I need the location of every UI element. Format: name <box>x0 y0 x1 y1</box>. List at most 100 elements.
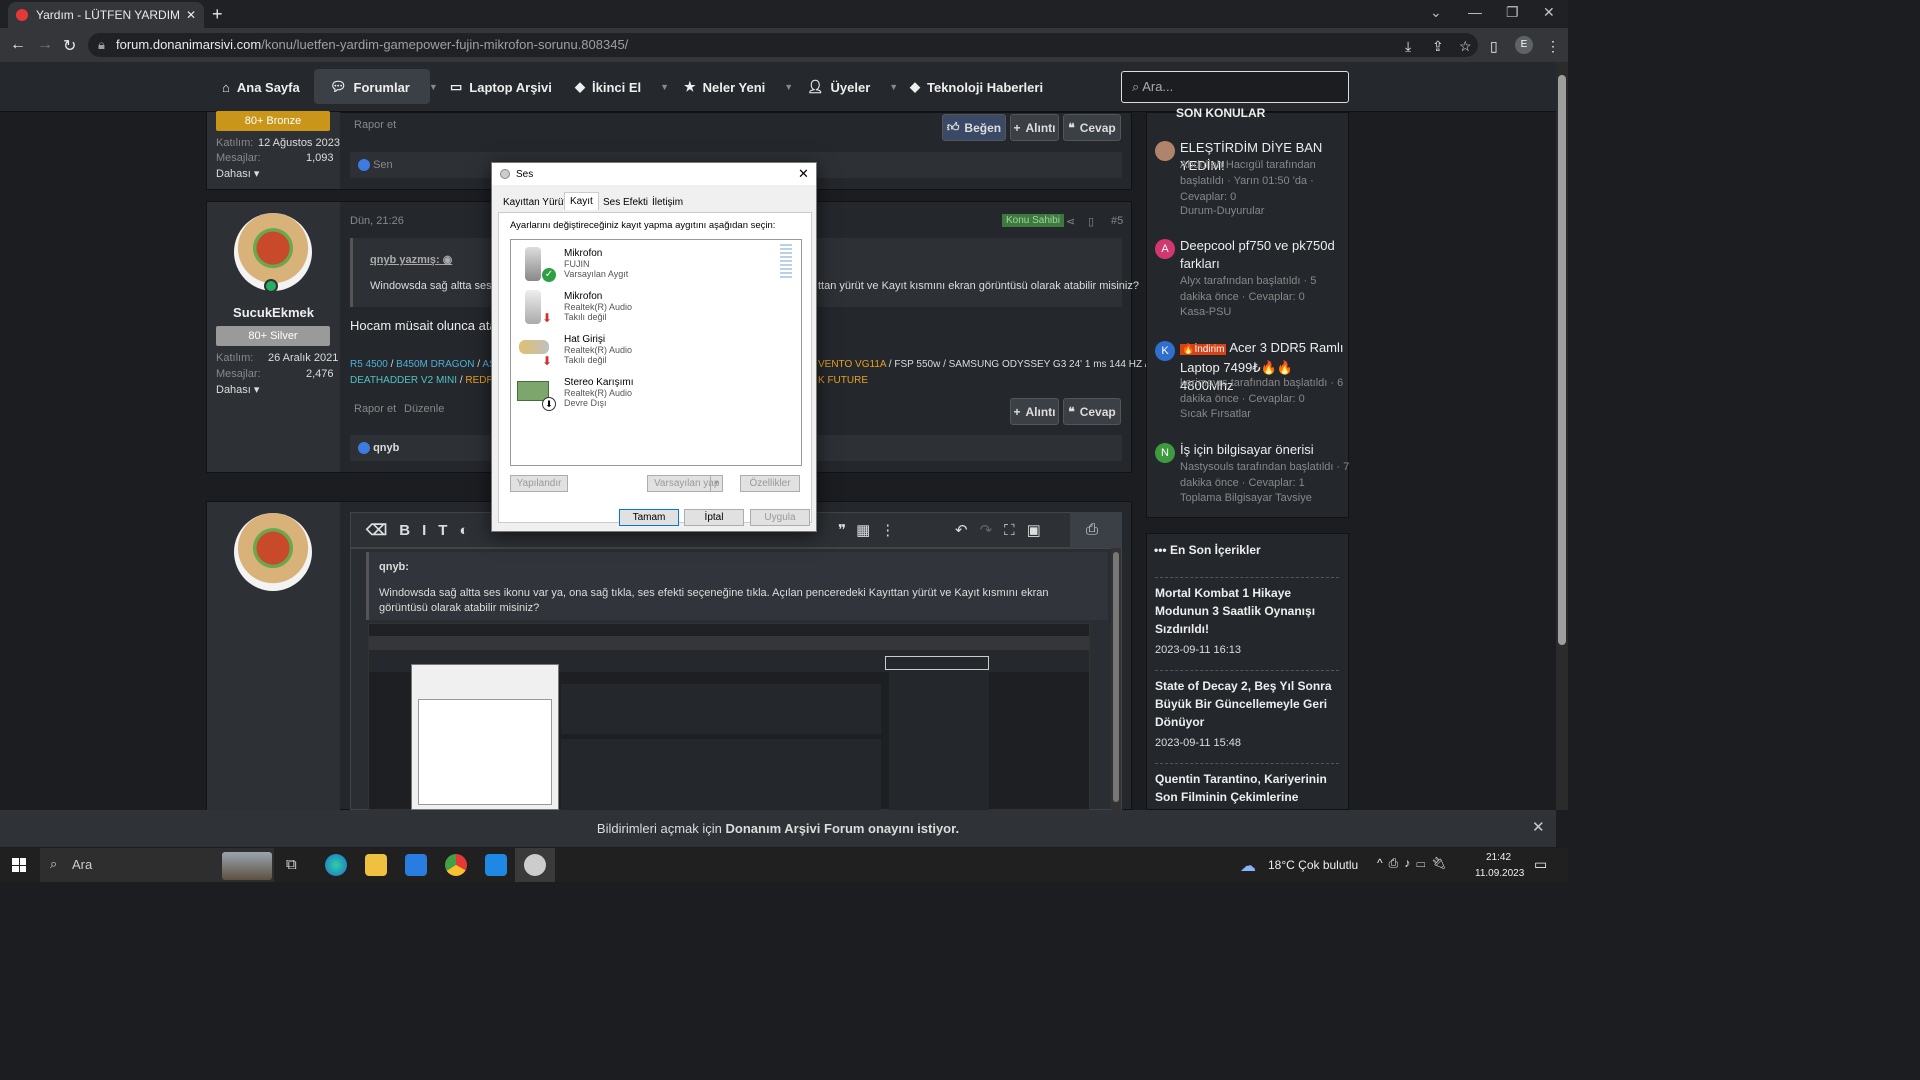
thread-forum[interactable]: Sıcak Fırsatlar <box>1180 406 1251 422</box>
redo-icon[interactable]: ↷ <box>980 522 1005 539</box>
address-bar[interactable]: 🔒︎ forum.donanimarsivi.com/konu/luetfen-y… <box>88 33 1478 57</box>
dropdown-arrow-icon[interactable]: ▼ <box>710 476 722 491</box>
post-number[interactable]: #5 <box>1111 215 1123 227</box>
menu-icon[interactable]: ⋮ <box>1546 38 1560 55</box>
install-icon[interactable]: ⤓ <box>1405 38 1411 55</box>
sig-item[interactable]: R5 4500 <box>350 359 388 370</box>
tab-recording[interactable]: Kayıt <box>564 192 599 210</box>
italic-icon[interactable]: I <box>422 522 438 539</box>
quote-icon[interactable]: ❞ <box>838 522 856 539</box>
task-view-icon[interactable]: ⧉ <box>286 856 297 873</box>
forward-icon[interactable]: → <box>37 36 53 54</box>
likes-list[interactable]: qnyb <box>358 442 399 455</box>
nav-laptop[interactable]: ▭ Laptop Arşivi <box>450 62 552 112</box>
latest-item-title[interactable]: State of Decay 2, Beş Yıl Sonra Büyük Bi… <box>1155 677 1339 731</box>
weather-text[interactable]: 18°C Çok bulutlu <box>1268 858 1358 872</box>
new-tab-button[interactable]: + <box>212 4 223 25</box>
more-link[interactable]: Dahası ▾ <box>216 167 259 180</box>
palette-icon[interactable]: ◐ <box>459 522 480 539</box>
sig-item[interactable]: VENTO VG11A <box>818 359 886 370</box>
clock-date[interactable]: 11.09.2023 <box>1475 868 1524 879</box>
dialog-close-icon[interactable]: ✕ <box>798 166 809 182</box>
nav-home[interactable]: ⌂ Ana Sayfa <box>222 62 300 112</box>
site-search-input[interactable]: ⌕ Ara... <box>1121 71 1349 103</box>
sig-item[interactable]: SAMSUNG ODYSSEY G3 24' 1 ms 144 HZ <box>949 359 1142 370</box>
notification-center-icon[interactable]: ▭ <box>1534 856 1547 873</box>
quote-button[interactable]: + Alıntı <box>1010 398 1059 425</box>
sidepanel-icon[interactable]: ▯ <box>1490 38 1498 55</box>
nav-secondhand[interactable]: ◆ İkinci El ▼ <box>575 62 669 112</box>
tab-communications[interactable]: İletişim <box>649 195 686 210</box>
mail-icon[interactable] <box>485 854 507 876</box>
windows-start-icon[interactable] <box>12 858 26 872</box>
store-icon[interactable] <box>405 854 427 876</box>
device-item[interactable]: ✓ Mikrofon FUJIN Varsayılan Aygıt <box>515 244 792 287</box>
post-date[interactable]: Dün, 21:26 <box>350 215 404 227</box>
report-link[interactable]: Rapor et <box>354 119 396 131</box>
quote-author[interactable]: qnyb yazmış: ◉ <box>370 253 452 266</box>
sig-item[interactable]: DEATHADDER V2 MINI <box>350 375 457 386</box>
minimize-icon[interactable]: — <box>1468 4 1482 20</box>
share-icon[interactable]: ⋖ <box>1066 215 1075 228</box>
report-link[interactable]: Rapor et <box>354 403 396 415</box>
eraser-icon[interactable]: ⌫ <box>366 522 399 539</box>
notification-close-icon[interactable]: ✕ <box>1532 818 1545 836</box>
thread-title[interactable]: İş için bilgisayar önerisi <box>1180 441 1345 459</box>
clock-time[interactable]: 21:42 <box>1486 852 1511 863</box>
likes-list[interactable]: Sen <box>358 159 393 172</box>
editor-scrollbar[interactable] <box>1111 548 1121 810</box>
device-item[interactable]: ⬇ Stereo Karışımı Realtek(R) Audio Devre… <box>515 373 785 416</box>
nav-whats-new[interactable]: ★ Neler Yeni ▼ <box>684 62 793 112</box>
reply-button[interactable]: ❝ Cevap <box>1063 114 1121 141</box>
edge-icon[interactable] <box>325 854 347 876</box>
apply-button[interactable]: Uygula <box>750 509 810 526</box>
configure-button[interactable]: Yapılandır <box>510 475 568 492</box>
more-icon[interactable]: ⋮ <box>880 522 905 539</box>
file-explorer-icon[interactable] <box>365 854 387 876</box>
bookmark-icon[interactable]: ▯ <box>1088 215 1094 228</box>
bookmark-star-icon[interactable]: ☆ <box>1459 38 1472 55</box>
thread-forum[interactable]: Kasa-PSU <box>1180 304 1231 320</box>
back-icon[interactable]: ← <box>10 36 26 54</box>
quote-button[interactable]: + Alıntı <box>1010 114 1059 141</box>
save-draft-icon[interactable]: ▣ <box>1027 522 1053 539</box>
chevron-down-icon[interactable]: ▼ <box>429 82 438 92</box>
profile-avatar[interactable]: E <box>1515 36 1533 54</box>
sig-item[interactable]: B450M DRAGON <box>396 359 474 370</box>
browser-tab[interactable]: Yardım - LÜTFEN YARDIM! GAME ✕ <box>8 2 204 28</box>
device-item[interactable]: ⬇ Mikrofon Realtek(R) Audio Takılı değil <box>515 287 785 330</box>
embedded-screenshot-image[interactable] <box>368 623 1090 811</box>
edit-link[interactable]: Düzenle <box>404 403 444 415</box>
preview-button[interactable]: ⎙ <box>1070 512 1122 548</box>
cancel-button[interactable]: İptal <box>684 509 744 526</box>
nav-forums[interactable]: 💬︎ Forumlar ▼ <box>330 62 438 112</box>
restore-icon[interactable]: ❐ <box>1506 4 1519 21</box>
tab-playback[interactable]: Kayıttan Yürüt <box>500 195 569 210</box>
latest-item-title[interactable]: Mortal Kombat 1 Hikaye Modunun 3 Saatlik… <box>1155 584 1339 638</box>
chevron-down-icon[interactable]: ▼ <box>660 82 669 92</box>
chevron-down-icon[interactable]: ▼ <box>784 82 793 92</box>
tab-sound-effects[interactable]: Ses Efekti <box>600 195 651 210</box>
fullscreen-icon[interactable]: ⛶ <box>1004 522 1027 539</box>
device-item[interactable]: ⬇ Hat Girişi Realtek(R) Audio Takılı değ… <box>515 330 785 373</box>
nav-members[interactable]: 👤︎ Üyeler ▼ <box>807 62 898 112</box>
chevron-down-icon[interactable]: ▼ <box>889 82 898 92</box>
ok-button[interactable]: Tamam <box>619 509 679 526</box>
table-icon[interactable]: ▦ <box>856 522 880 539</box>
set-default-button[interactable]: Varsayılan yap ▼ <box>647 475 723 492</box>
nav-tech-news[interactable]: ◆ Teknoloji Haberleri <box>910 62 1043 112</box>
signature-line-2-right[interactable]: K FUTURE <box>818 375 868 386</box>
reload-icon[interactable]: ↻ <box>63 36 76 56</box>
text-size-icon[interactable]: T <box>438 522 459 539</box>
like-button[interactable]: 👍︎ Beğen <box>942 114 1006 141</box>
thread-forum[interactable]: Toplama Bilgisayar Tavsiye <box>1180 490 1312 506</box>
more-link[interactable]: Dahası ▾ <box>216 383 259 396</box>
page-scrollbar-thumb[interactable] <box>1558 75 1566 645</box>
thread-forum[interactable]: Durum-Duyurular <box>1180 203 1264 219</box>
tab-search-icon[interactable]: ⌄ <box>1430 4 1442 21</box>
tray-icons[interactable]: ^⎙♪▭🔌︎ <box>1377 856 1453 871</box>
chrome-icon[interactable] <box>445 854 467 876</box>
thread-title[interactable]: Deepcool pf750 ve pk750d farkları <box>1180 237 1345 273</box>
tab-close-icon[interactable]: ✕ <box>186 8 196 22</box>
share-icon[interactable]: ⇪ <box>1432 38 1444 55</box>
